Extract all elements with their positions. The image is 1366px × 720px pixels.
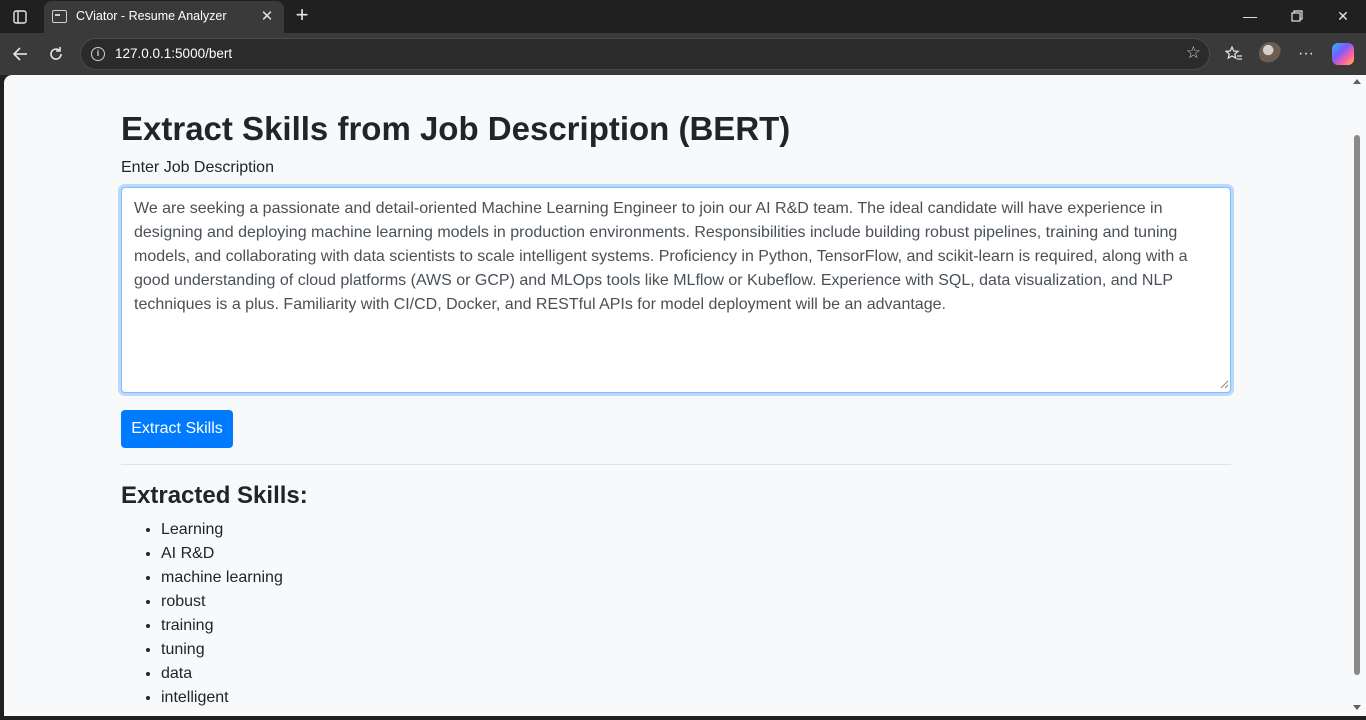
minimize-icon[interactable]: —: [1230, 4, 1270, 28]
url-text[interactable]: 127.0.0.1:5000/bert: [115, 46, 232, 61]
page-viewport: Extract Skills from Job Description (BER…: [4, 75, 1348, 716]
copilot-icon[interactable]: [1332, 43, 1354, 65]
job-description-label: Enter Job Description: [121, 159, 274, 176]
skill-item: machine learning: [161, 566, 283, 590]
tab-strip: CViator - Resume Analyzer ✕ + — ✕: [0, 0, 1366, 33]
refresh-glyph: [50, 47, 62, 60]
page-scrollbar[interactable]: [1348, 75, 1366, 716]
skill-item: data: [161, 662, 283, 686]
more-icon[interactable]: ···: [1293, 41, 1319, 67]
tab-actions-icon[interactable]: [8, 5, 32, 29]
favorites-glyph: [1224, 45, 1242, 60]
skill-item: robust: [161, 590, 283, 614]
results-heading: Extracted Skills:: [121, 482, 308, 509]
divider: [121, 464, 1231, 465]
skill-item: Learning: [161, 518, 283, 542]
back-arrow-glyph: [12, 47, 27, 61]
page-favicon: [52, 10, 67, 23]
profile-avatar[interactable]: [1259, 42, 1282, 65]
skills-list: Learning AI R&D machine learning robust …: [161, 518, 283, 710]
browser-toolbar: i 127.0.0.1:5000/bert ☆ ···: [0, 33, 1366, 75]
skill-item: training: [161, 614, 283, 638]
restore-icon[interactable]: [1277, 4, 1317, 28]
favorites-icon[interactable]: [1221, 41, 1247, 67]
site-info-icon[interactable]: i: [91, 47, 105, 61]
plus-icon[interactable]: +: [290, 3, 314, 27]
skill-item: intelligent: [161, 686, 283, 710]
job-description-textarea[interactable]: We are seeking a passionate and detail-o…: [121, 187, 1231, 393]
tab-actions-glyph: [13, 10, 27, 24]
refresh-icon[interactable]: [43, 41, 69, 67]
tab-title: CViator - Resume Analyzer: [76, 9, 227, 23]
page-title: Extract Skills from Job Description (BER…: [121, 110, 791, 147]
back-arrow-icon[interactable]: [7, 41, 33, 67]
star-icon[interactable]: ☆: [1186, 43, 1201, 63]
resize-handle-icon[interactable]: [1220, 380, 1229, 389]
scroll-down-arrow-icon[interactable]: [1353, 705, 1361, 710]
skill-item: AI R&D: [161, 542, 283, 566]
skill-item: tuning: [161, 638, 283, 662]
close-icon[interactable]: ✕: [257, 7, 277, 27]
scrollbar-thumb[interactable]: [1354, 135, 1360, 675]
active-tab[interactable]: CViator - Resume Analyzer ✕: [44, 1, 284, 33]
restore-glyph: [1291, 10, 1303, 22]
address-bar[interactable]: i 127.0.0.1:5000/bert ☆: [80, 38, 1210, 70]
scroll-up-arrow-icon[interactable]: [1353, 79, 1361, 84]
close-window-icon[interactable]: ✕: [1323, 4, 1363, 28]
extract-skills-button[interactable]: Extract Skills: [121, 410, 233, 448]
